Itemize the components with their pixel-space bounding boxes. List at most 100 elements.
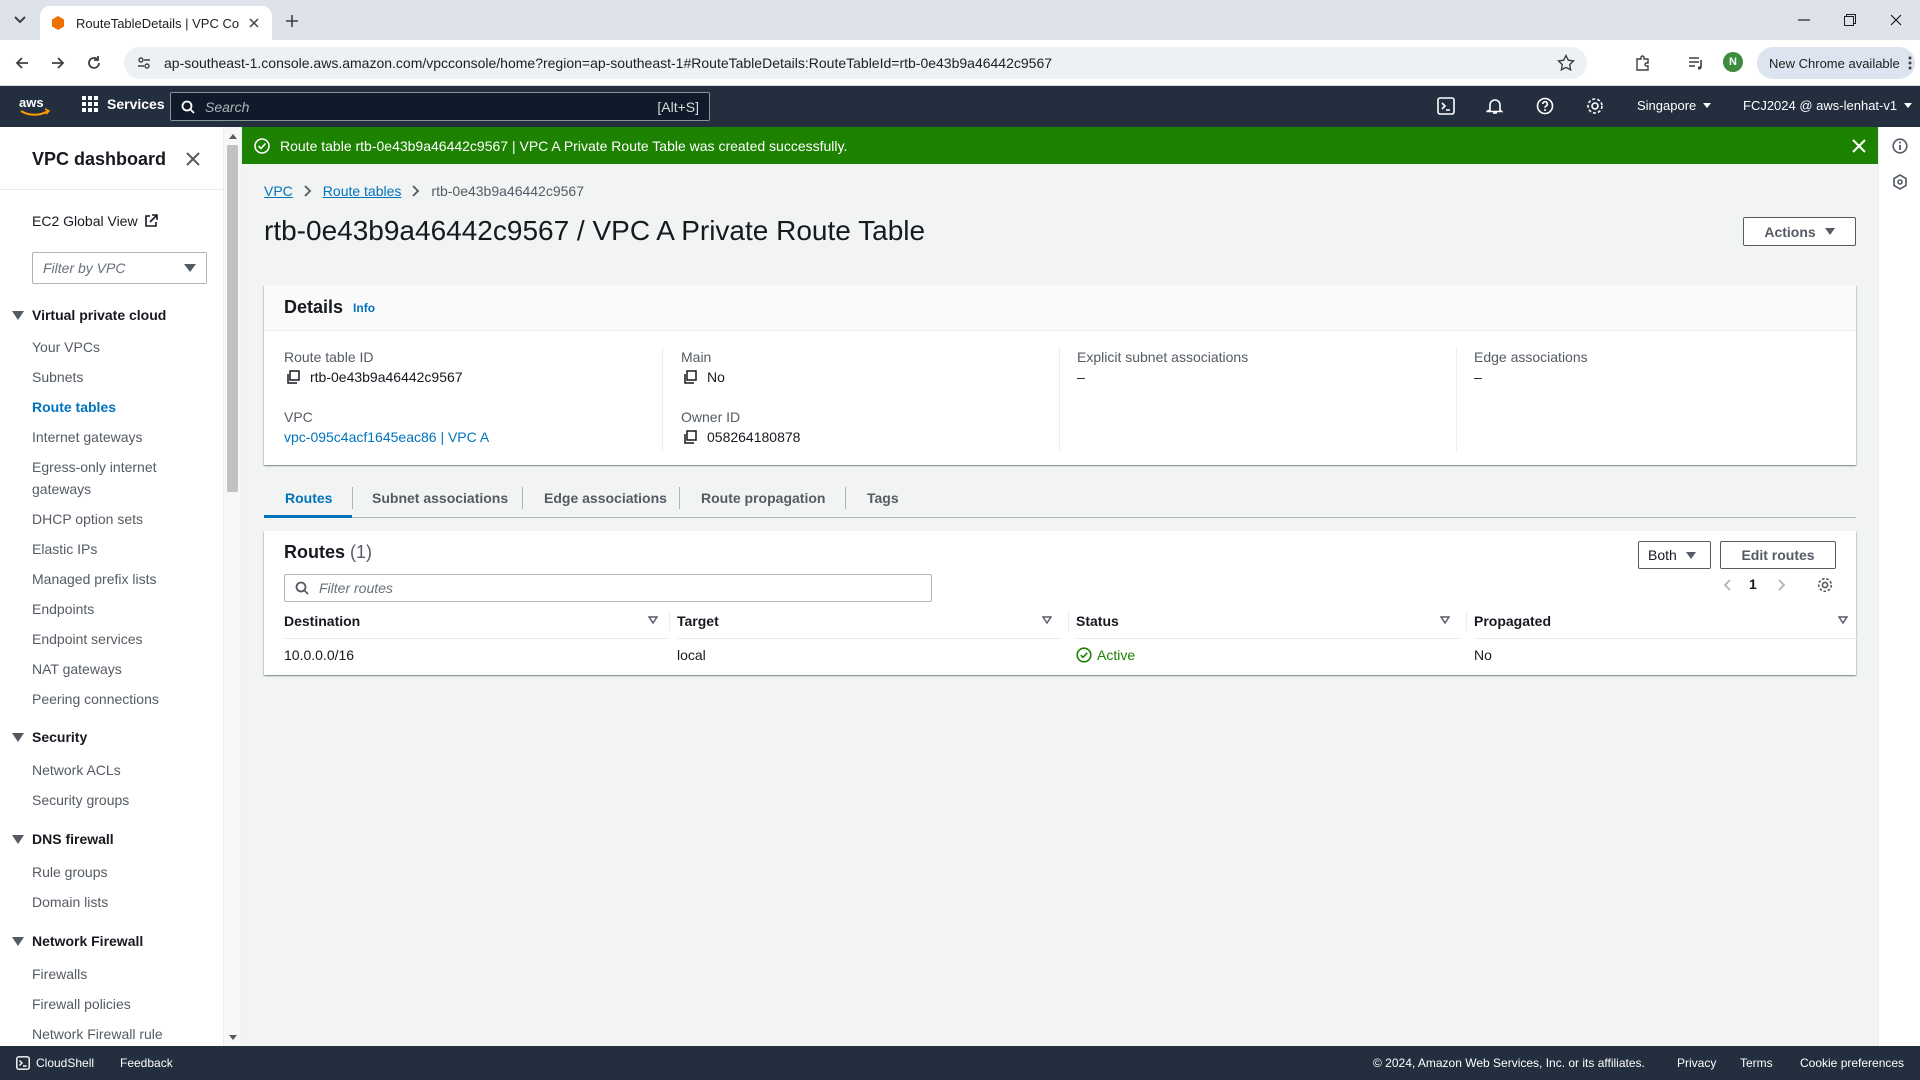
section-dns-firewall[interactable]: DNS firewall bbox=[12, 831, 114, 847]
sidebar-item-dhcp-option-sets[interactable]: DHCP option sets bbox=[32, 508, 182, 530]
sort-caret-icon[interactable] bbox=[1042, 616, 1052, 624]
notifications-bell-icon[interactable] bbox=[1485, 96, 1505, 116]
services-menu-button[interactable]: Services bbox=[82, 96, 165, 112]
next-page-icon[interactable] bbox=[1772, 575, 1792, 595]
profile-avatar[interactable]: N bbox=[1723, 52, 1743, 72]
sidebar-item-endpoints[interactable]: Endpoints bbox=[32, 598, 182, 620]
address-bar[interactable]: ap-southeast-1.console.aws.amazon.com/vp… bbox=[124, 47, 1587, 79]
sort-caret-icon[interactable] bbox=[1838, 616, 1848, 624]
breadcrumb-route-tables[interactable]: Route tables bbox=[323, 183, 402, 199]
aws-logo[interactable]: aws bbox=[18, 95, 52, 117]
cookie-preferences-link[interactable]: Cookie preferences bbox=[1800, 1056, 1904, 1070]
tab-search-chevron-icon[interactable] bbox=[10, 10, 30, 30]
sidebar-item-your-vpcs[interactable]: Your VPCs bbox=[32, 336, 182, 358]
side-navigation: VPC dashboard EC2 Global View Filter by … bbox=[0, 127, 224, 1046]
info-link[interactable]: Info bbox=[353, 301, 375, 315]
info-panel-icon[interactable] bbox=[1890, 136, 1910, 156]
sidebar-item-subnets[interactable]: Subnets bbox=[32, 366, 182, 388]
account-menu[interactable]: FCJ2024 @ aws-lenhat-v1 bbox=[1743, 98, 1913, 113]
tab-tags[interactable]: Tags bbox=[867, 478, 899, 518]
extensions-puzzle-icon[interactable] bbox=[1632, 52, 1654, 74]
media-controls-icon[interactable] bbox=[1685, 52, 1707, 74]
sidebar-item-firewall-policies[interactable]: Firewall policies bbox=[32, 993, 182, 1015]
sidebar-item-nat-gateways[interactable]: NAT gateways bbox=[32, 658, 182, 680]
close-sidebar-icon[interactable] bbox=[183, 149, 203, 169]
aws-search-input[interactable]: Search [Alt+S] bbox=[170, 92, 710, 121]
section-network-firewall[interactable]: Network Firewall bbox=[12, 933, 143, 949]
column-header-status[interactable]: Status bbox=[1068, 603, 1460, 639]
section-security[interactable]: Security bbox=[12, 729, 87, 745]
route-type-select[interactable]: Both bbox=[1638, 541, 1711, 569]
copy-icon[interactable] bbox=[286, 370, 310, 384]
sidebar-item-security-groups[interactable]: Security groups bbox=[32, 789, 182, 811]
vpc-link[interactable]: vpc-095c4acf1645eac86 | VPC A bbox=[284, 429, 489, 445]
back-arrow-icon[interactable] bbox=[11, 52, 33, 74]
tab-route-propagation[interactable]: Route propagation bbox=[701, 478, 825, 518]
cloudshell-footer-button[interactable]: CloudShell bbox=[16, 1056, 94, 1070]
sidebar-item-managed-prefix-lists[interactable]: Managed prefix lists bbox=[32, 568, 182, 590]
sidebar-item-domain-lists[interactable]: Domain lists bbox=[32, 891, 182, 913]
terms-link[interactable]: Terms bbox=[1740, 1056, 1773, 1070]
sidebar-item-route-tables[interactable]: Route tables bbox=[32, 396, 182, 418]
restore-icon[interactable] bbox=[1840, 10, 1860, 30]
column-header-destination[interactable]: Destination bbox=[284, 603, 668, 639]
search-placeholder: Search bbox=[205, 98, 250, 115]
dismiss-flash-icon[interactable] bbox=[1852, 138, 1866, 153]
sort-caret-icon[interactable] bbox=[648, 616, 658, 624]
sidebar-item-firewalls[interactable]: Firewalls bbox=[32, 963, 182, 985]
sidebar-item-elastic-ips[interactable]: Elastic IPs bbox=[32, 538, 182, 560]
sidebar-item-endpoint-services[interactable]: Endpoint services bbox=[32, 628, 182, 650]
sidebar-title[interactable]: VPC dashboard bbox=[32, 149, 166, 170]
sidebar-item-network-acls[interactable]: Network ACLs bbox=[32, 759, 182, 781]
sidebar-item-rule-groups[interactable]: Rule groups bbox=[32, 861, 182, 883]
copy-icon[interactable] bbox=[683, 430, 707, 444]
feedback-hex-icon[interactable] bbox=[1890, 172, 1910, 192]
region-selector[interactable]: Singapore bbox=[1637, 98, 1712, 113]
filter-by-vpc-select[interactable]: Filter by VPC bbox=[32, 252, 207, 284]
sidebar-item-peering-connections[interactable]: Peering connections bbox=[32, 688, 182, 710]
actions-button[interactable]: Actions bbox=[1743, 217, 1856, 246]
help-icon[interactable] bbox=[1535, 96, 1555, 116]
tab-separator bbox=[522, 487, 523, 509]
close-window-icon[interactable] bbox=[1886, 10, 1906, 30]
sidebar-item-ec2-global-view[interactable]: EC2 Global View bbox=[32, 213, 158, 229]
sidebar-item-network-firewall-rule[interactable]: Network Firewall rule bbox=[32, 1023, 182, 1045]
details-header: Details Info bbox=[264, 285, 1856, 331]
tab-subnet-associations[interactable]: Subnet associations bbox=[372, 478, 508, 518]
reload-icon[interactable] bbox=[83, 52, 105, 74]
cloudshell-icon[interactable] bbox=[1436, 96, 1456, 116]
column-header-target[interactable]: Target bbox=[669, 603, 1062, 639]
new-chrome-available-button[interactable]: New Chrome available bbox=[1757, 47, 1915, 79]
sidebar-item-egress-only-internet-gateways[interactable]: Egress-only internet gateways bbox=[32, 456, 182, 500]
sidebar-item-internet-gateways[interactable]: Internet gateways bbox=[32, 426, 182, 448]
scroll-down-icon[interactable] bbox=[229, 1035, 237, 1041]
page-number[interactable]: 1 bbox=[1749, 576, 1757, 592]
forward-arrow-icon[interactable] bbox=[47, 52, 69, 74]
column-header-propagated[interactable]: Propagated bbox=[1466, 603, 1858, 639]
filter-routes-input[interactable]: Filter routes bbox=[284, 574, 932, 602]
previous-page-icon[interactable] bbox=[1717, 575, 1737, 595]
new-tab-plus-icon[interactable] bbox=[282, 11, 302, 31]
bookmark-star-icon[interactable] bbox=[1557, 54, 1575, 72]
privacy-link[interactable]: Privacy bbox=[1677, 1056, 1716, 1070]
minimize-icon[interactable] bbox=[1794, 10, 1814, 30]
column-divider bbox=[1456, 347, 1457, 451]
sidebar-scroll-thumb[interactable] bbox=[227, 145, 238, 492]
tab-edge-associations[interactable]: Edge associations bbox=[544, 478, 667, 518]
tab-routes[interactable]: Routes bbox=[285, 478, 332, 518]
breadcrumb-vpc[interactable]: VPC bbox=[264, 183, 293, 199]
copy-icon[interactable] bbox=[683, 370, 707, 384]
more-vert-icon[interactable] bbox=[1908, 56, 1912, 70]
browser-tab[interactable]: RouteTableDetails | VPC Consol bbox=[40, 6, 272, 40]
edit-routes-button[interactable]: Edit routes bbox=[1720, 541, 1836, 569]
sort-caret-icon[interactable] bbox=[1440, 616, 1450, 624]
column-header-label: Destination bbox=[284, 612, 361, 629]
site-info-icon[interactable] bbox=[136, 55, 152, 71]
copyright-text: © 2024, Amazon Web Services, Inc. or its… bbox=[1373, 1056, 1645, 1070]
feedback-link[interactable]: Feedback bbox=[120, 1056, 173, 1070]
scroll-up-icon[interactable] bbox=[229, 133, 237, 139]
tab-close-icon[interactable] bbox=[246, 15, 262, 31]
preferences-gear-icon[interactable] bbox=[1815, 575, 1835, 595]
settings-gear-icon[interactable] bbox=[1585, 96, 1605, 116]
section-virtual-private-cloud[interactable]: Virtual private cloud bbox=[12, 307, 166, 323]
